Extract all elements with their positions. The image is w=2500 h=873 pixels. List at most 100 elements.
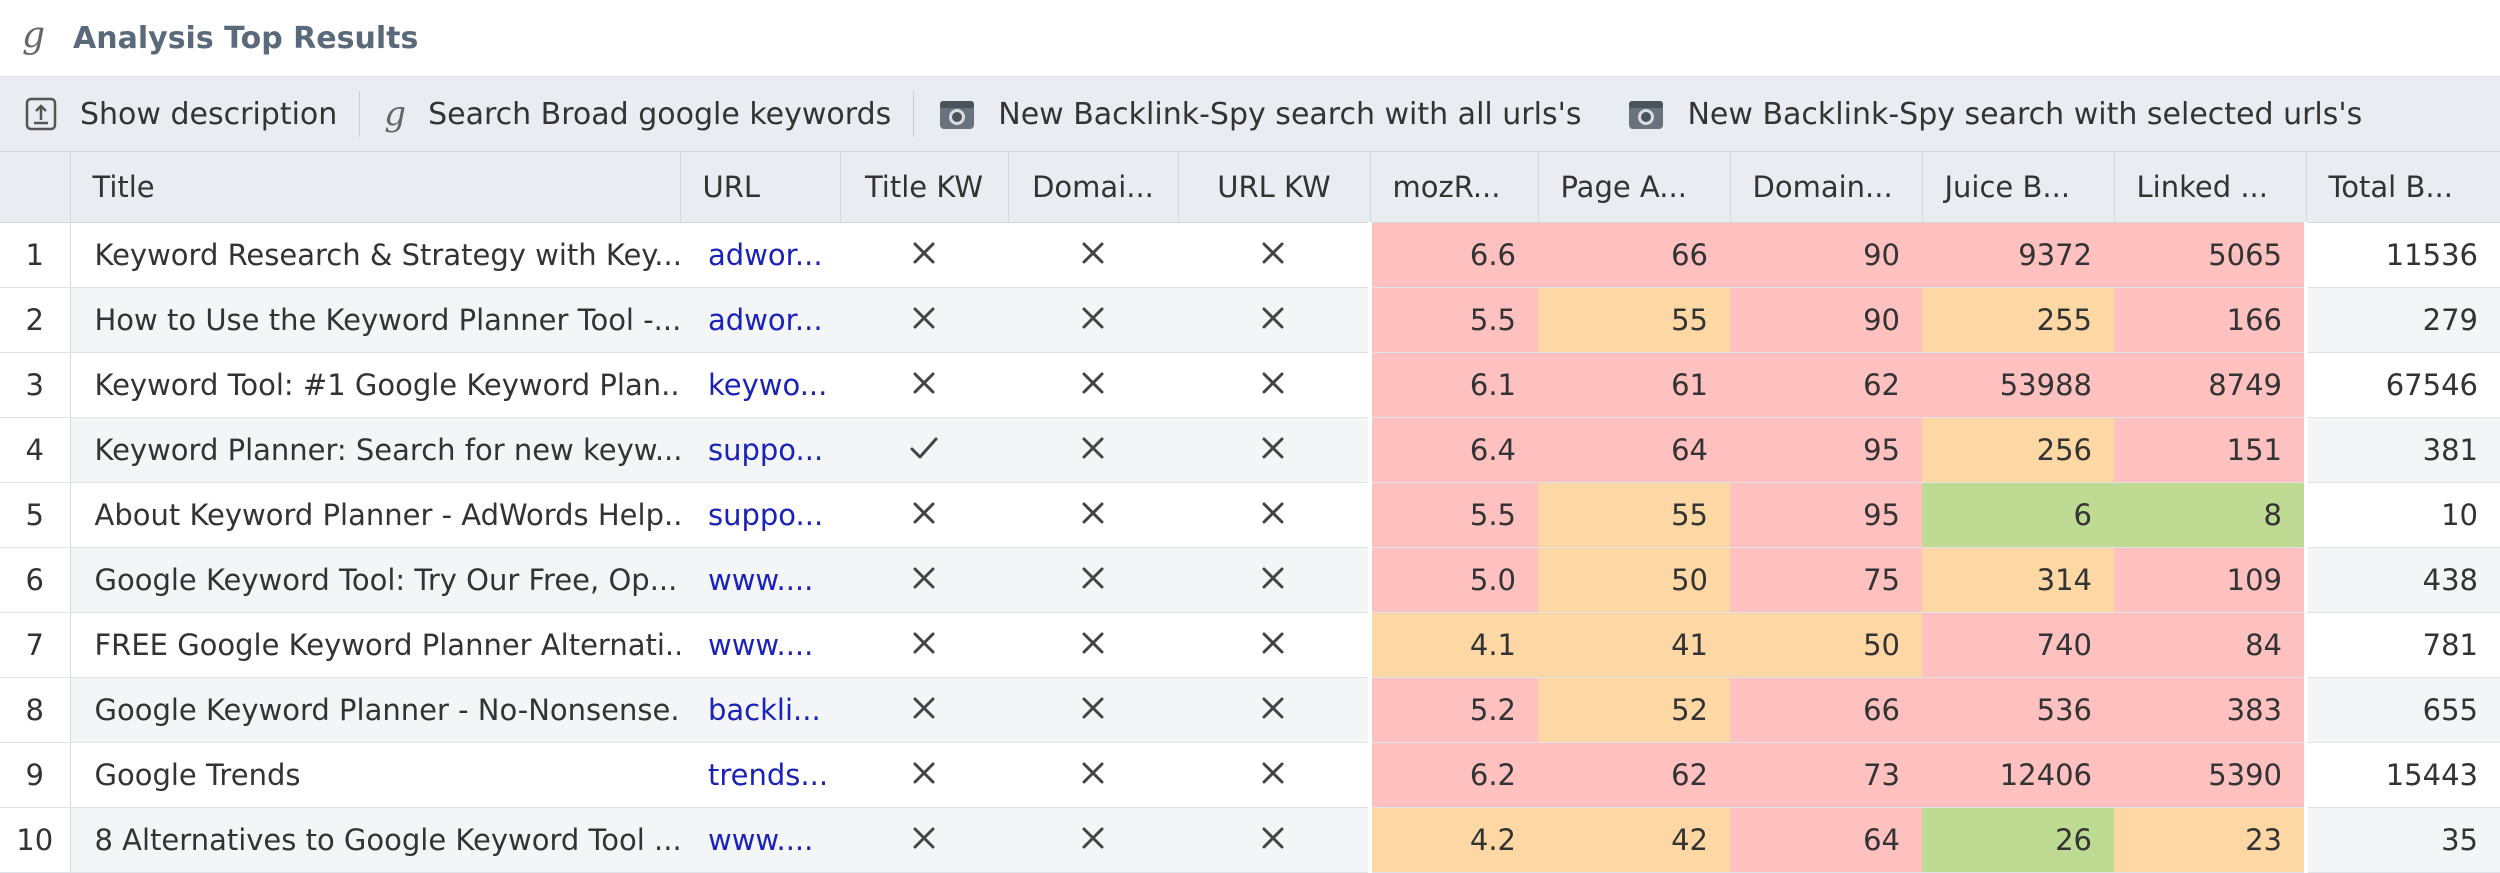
- cell-juice-backlinks: 53988: [1922, 352, 2114, 418]
- backlink-spy-selected-button[interactable]: New Backlink-Spy search with selected ur…: [1603, 77, 2384, 151]
- cross-icon: [1260, 430, 1286, 470]
- cell-juice-backlinks: 6: [1922, 482, 2114, 548]
- row-number: 6: [0, 547, 71, 613]
- cell-url-link[interactable]: www....: [680, 612, 840, 678]
- cross-icon: [911, 495, 937, 535]
- backlink-spy-all-button[interactable]: New Backlink-Spy search with all urls's: [914, 77, 1603, 151]
- cross-icon: [1260, 300, 1286, 340]
- cell-url-link[interactable]: www....: [680, 807, 840, 873]
- table-row[interactable]: 6 Google Keyword Tool: Try Our Free, Op..…: [0, 547, 2500, 613]
- row-number-header: [0, 151, 71, 223]
- cell-domain-authority: 73: [1730, 742, 1922, 808]
- cell-moz-rank: 5.0: [1368, 547, 1538, 613]
- cell-domain-authority: 66: [1730, 677, 1922, 743]
- cross-icon: [1260, 560, 1286, 600]
- table-row[interactable]: 9 Google Trends trends... 6.2 62 73 12406 5390 1…: [0, 742, 2500, 808]
- cell-title: FREE Google Keyword Planner Alternati...: [70, 612, 680, 678]
- row-number: 3: [0, 352, 71, 418]
- table-row[interactable]: 10 8 Alternatives to Google Keyword Tool …: [0, 807, 2500, 873]
- cross-icon: [911, 820, 937, 860]
- cross-icon: [1260, 365, 1286, 405]
- cell-title: Keyword Research & Strategy with Key...: [70, 222, 680, 288]
- backlink-selected-label: New Backlink-Spy search with selected ur…: [1687, 96, 2363, 132]
- cell-domain-authority: 75: [1730, 547, 1922, 613]
- cross-icon: [911, 365, 937, 405]
- column-header-title-kw[interactable]: Title KW: [840, 151, 1009, 223]
- cell-url-kw: [1178, 742, 1370, 808]
- cell-title-kw: [840, 547, 1008, 613]
- cell-juice-backlinks: 26: [1922, 807, 2114, 873]
- show-description-button[interactable]: Show description: [0, 77, 359, 151]
- cell-title-kw: [840, 742, 1008, 808]
- table-row[interactable]: 7 FREE Google Keyword Planner Alternati..…: [0, 612, 2500, 678]
- cell-total-backlinks: 10: [2306, 482, 2500, 548]
- cell-url-link[interactable]: backli...: [680, 677, 840, 743]
- cell-page-authority: 42: [1538, 807, 1730, 873]
- search-broad-keywords-button[interactable]: g Search Broad google keywords: [360, 77, 913, 151]
- cell-url-link[interactable]: suppo...: [680, 417, 840, 483]
- cell-total-backlinks: 781: [2306, 612, 2500, 678]
- show-description-label: Show description: [80, 96, 338, 132]
- search-broad-label: Search Broad google keywords: [428, 96, 892, 132]
- cross-icon: [911, 235, 937, 275]
- column-header-linked-domains[interactable]: Linked ...: [2114, 151, 2307, 223]
- cell-page-authority: 50: [1538, 547, 1730, 613]
- cell-linked-domains: 5390: [2114, 742, 2308, 808]
- cell-domain-kw: [1008, 482, 1178, 548]
- cell-url-kw: [1178, 612, 1370, 678]
- cell-domain-authority: 62: [1730, 352, 1922, 418]
- cell-juice-backlinks: 9372: [1922, 222, 2114, 288]
- cross-icon: [1080, 755, 1106, 795]
- cross-icon: [1260, 495, 1286, 535]
- check-icon: [909, 430, 939, 470]
- spy-camera-icon: [1627, 97, 1665, 131]
- cell-url-link[interactable]: www....: [680, 547, 840, 613]
- cell-total-backlinks: 35: [2306, 807, 2500, 873]
- cell-title: Google Trends: [70, 742, 680, 808]
- table-row[interactable]: 5 About Keyword Planner - AdWords Help...…: [0, 482, 2500, 548]
- cell-domain-kw: [1008, 352, 1178, 418]
- table-row[interactable]: 3 Keyword Tool: #1 Google Keyword Plan...…: [0, 352, 2500, 418]
- cross-icon: [911, 690, 937, 730]
- row-number: 4: [0, 417, 71, 483]
- column-header-domain-kw[interactable]: Domai...: [1008, 151, 1179, 223]
- column-header-title[interactable]: Title: [70, 151, 681, 223]
- cell-title: Keyword Tool: #1 Google Keyword Plan...: [70, 352, 680, 418]
- cell-moz-rank: 5.2: [1368, 677, 1538, 743]
- cell-page-authority: 61: [1538, 352, 1730, 418]
- cell-title-kw: [840, 612, 1008, 678]
- cell-url-link[interactable]: trends...: [680, 742, 840, 808]
- column-header-domain-authority[interactable]: Domain...: [1730, 151, 1923, 223]
- cell-title: 8 Alternatives to Google Keyword Tool ..…: [70, 807, 680, 873]
- cross-icon: [1260, 235, 1286, 275]
- cell-url-link[interactable]: adwor...: [680, 222, 840, 288]
- table-row[interactable]: 8 Google Keyword Planner - No-Nonsense...…: [0, 677, 2500, 743]
- backlink-all-label: New Backlink-Spy search with all urls's: [998, 96, 1582, 132]
- cross-icon: [1080, 430, 1106, 470]
- column-header-juice-backlinks[interactable]: Juice B...: [1922, 151, 2115, 223]
- cell-title: Google Keyword Tool: Try Our Free, Op...: [70, 547, 680, 613]
- table-row[interactable]: 2 How to Use the Keyword Planner Tool -..…: [0, 287, 2500, 353]
- table-row[interactable]: 4 Keyword Planner: Search for new keyw...…: [0, 417, 2500, 483]
- cell-total-backlinks: 381: [2306, 417, 2500, 483]
- row-number: 5: [0, 482, 71, 548]
- column-header-page-authority[interactable]: Page A...: [1538, 151, 1731, 223]
- cross-icon: [911, 755, 937, 795]
- cell-title: How to Use the Keyword Planner Tool -...: [70, 287, 680, 353]
- column-header-total-backlinks[interactable]: Total B...: [2306, 151, 2500, 223]
- table-row[interactable]: 1 Keyword Research & Strategy with Key...…: [0, 222, 2500, 288]
- cell-moz-rank: 4.1: [1368, 612, 1538, 678]
- column-header-url-kw[interactable]: URL KW: [1178, 151, 1371, 223]
- cell-title: About Keyword Planner - AdWords Help...: [70, 482, 680, 548]
- column-header-url[interactable]: URL: [680, 151, 841, 223]
- cell-url-link[interactable]: keywo...: [680, 352, 840, 418]
- cross-icon: [1080, 820, 1106, 860]
- cell-page-authority: 52: [1538, 677, 1730, 743]
- cell-domain-authority: 95: [1730, 482, 1922, 548]
- cell-url-kw: [1178, 222, 1370, 288]
- cell-url-link[interactable]: adwor...: [680, 287, 840, 353]
- column-header-moz-rank[interactable]: mozR...: [1370, 151, 1539, 223]
- cell-url-link[interactable]: suppo...: [680, 482, 840, 548]
- cross-icon: [1080, 690, 1106, 730]
- cell-total-backlinks: 15443: [2306, 742, 2500, 808]
